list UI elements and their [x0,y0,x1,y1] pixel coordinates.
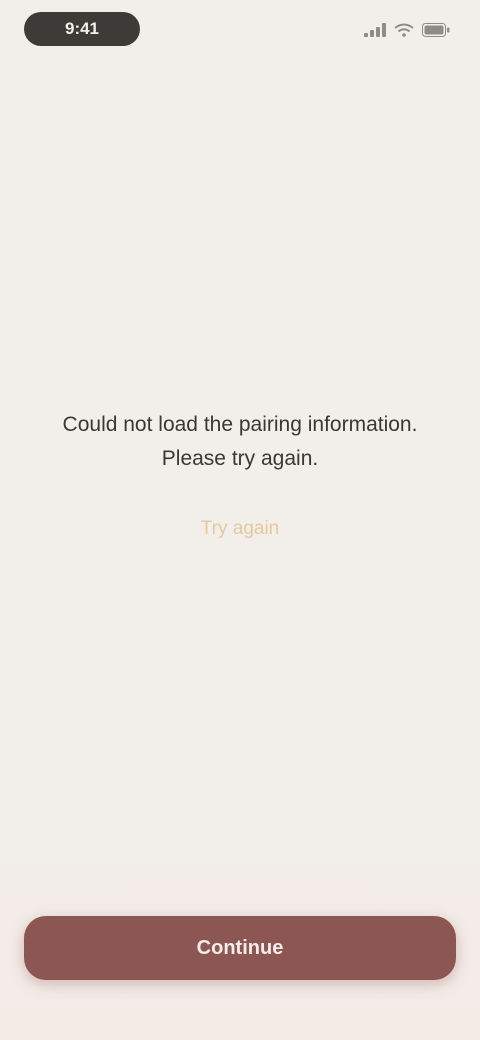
status-bar: 9:41 [0,0,480,64]
signal-icon [364,23,386,37]
status-icons [364,20,450,40]
message-block: Could not load the pairing information. … [30,408,450,546]
retry-link[interactable]: Try again [195,512,286,546]
battery-icon [422,23,450,37]
status-time: 9:41 [24,12,140,46]
app-screen: 9:41 Could not load the pairing informat… [0,0,480,1040]
wifi-icon [394,23,414,37]
error-message: Could not load the pairing information. … [62,413,418,470]
continue-button[interactable]: Continue [24,916,456,980]
